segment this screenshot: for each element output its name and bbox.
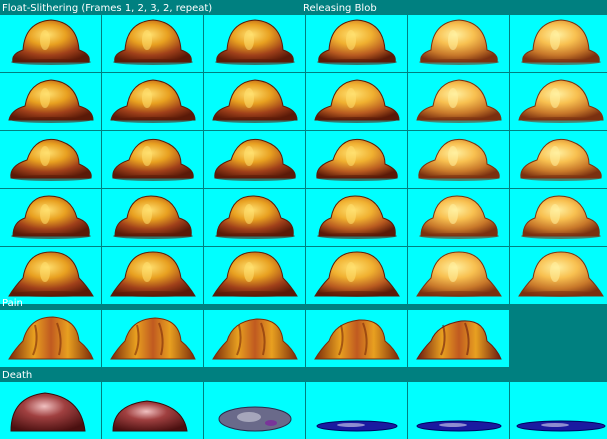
sprite-frame-r1-c3 bbox=[204, 15, 305, 72]
sprite-frame-r4-c6 bbox=[510, 189, 607, 246]
blob-sprite bbox=[10, 195, 91, 239]
sprite-frame-r3-c5 bbox=[408, 131, 509, 188]
pain-frame-4 bbox=[306, 310, 407, 367]
death-sprite bbox=[416, 420, 501, 432]
blob-sprite bbox=[315, 138, 398, 181]
blob-sprite bbox=[112, 19, 193, 65]
sprite-frame-r5-c1 bbox=[0, 247, 101, 304]
blob-sprite bbox=[211, 79, 298, 123]
blob-sprite bbox=[7, 79, 94, 123]
blob-sprite bbox=[417, 138, 500, 181]
pain-sprite bbox=[313, 319, 400, 360]
death-sprite bbox=[9, 392, 86, 432]
blob-sprite bbox=[112, 195, 193, 239]
sprite-frame-r3-c6 bbox=[510, 131, 607, 188]
death-sprite bbox=[111, 400, 188, 432]
pain-frame-3 bbox=[204, 310, 305, 367]
sprite-frame-r1-c6 bbox=[510, 15, 607, 72]
death-sprite bbox=[516, 420, 605, 432]
blob-sprite bbox=[415, 79, 502, 123]
pain-frame-1 bbox=[0, 310, 101, 367]
sprite-frame-r4-c4 bbox=[306, 189, 407, 246]
blob-sprite bbox=[9, 138, 92, 181]
blob-sprite bbox=[519, 138, 602, 181]
death-label: Death bbox=[2, 370, 33, 381]
blob-sprite bbox=[109, 79, 196, 123]
death-sprite bbox=[316, 420, 397, 432]
death-sprite-row bbox=[0, 382, 607, 439]
death-sprite bbox=[218, 406, 291, 432]
sprite-frame-r1-c4 bbox=[306, 15, 407, 72]
blob-sprite bbox=[10, 19, 91, 65]
pain-label: Pain bbox=[2, 298, 23, 309]
sprite-frame-r2-c4 bbox=[306, 73, 407, 130]
sprite-frame-r4-c5 bbox=[408, 189, 509, 246]
float-releasing-sprite-grid bbox=[0, 15, 607, 304]
float-slithering-label: Float-Slithering (Frames 1, 2, 3, 2, rep… bbox=[2, 3, 213, 14]
blob-sprite bbox=[517, 79, 604, 123]
blob-sprite bbox=[109, 251, 196, 297]
death-frame-2 bbox=[102, 382, 203, 439]
death-frame-1 bbox=[0, 382, 101, 439]
blob-sprite bbox=[313, 79, 400, 123]
blob-sprite bbox=[213, 138, 296, 181]
blob-sprite bbox=[418, 195, 499, 239]
sprite-frame-r5-c2 bbox=[102, 247, 203, 304]
blob-sprite bbox=[316, 19, 397, 65]
sprite-frame-r4-c2 bbox=[102, 189, 203, 246]
sprite-frame-r3-c4 bbox=[306, 131, 407, 188]
sprite-frame-r3-c1 bbox=[0, 131, 101, 188]
blob-sprite bbox=[520, 19, 601, 65]
death-frame-6 bbox=[510, 382, 607, 439]
sprite-frame-r2-c1 bbox=[0, 73, 101, 130]
blob-sprite bbox=[418, 19, 499, 65]
sprite-frame-r5-c6 bbox=[510, 247, 607, 304]
blob-sprite bbox=[316, 195, 397, 239]
empty-cell bbox=[510, 310, 607, 367]
pain-sprite bbox=[109, 317, 196, 360]
sprite-frame-r2-c6 bbox=[510, 73, 607, 130]
sprite-frame-r5-c3 bbox=[204, 247, 305, 304]
pain-frame-5 bbox=[408, 310, 509, 367]
blob-sprite bbox=[313, 251, 400, 297]
blob-sprite bbox=[520, 195, 601, 239]
blob-sprite bbox=[415, 251, 502, 297]
death-frame-3 bbox=[204, 382, 305, 439]
pain-sprite bbox=[415, 320, 502, 360]
sprite-frame-r5-c4 bbox=[306, 247, 407, 304]
releasing-blob-label: Releasing Blob bbox=[303, 3, 377, 14]
sprite-frame-r4-c1 bbox=[0, 189, 101, 246]
sprite-frame-r1-c1 bbox=[0, 15, 101, 72]
sprite-frame-r2-c2 bbox=[102, 73, 203, 130]
sprite-frame-r1-c5 bbox=[408, 15, 509, 72]
pain-frame-2 bbox=[102, 310, 203, 367]
blob-sprite bbox=[211, 251, 298, 297]
sprite-frame-r3-c2 bbox=[102, 131, 203, 188]
sprite-frame-r5-c5 bbox=[408, 247, 509, 304]
sprite-frame-r3-c3 bbox=[204, 131, 305, 188]
sprite-frame-r4-c3 bbox=[204, 189, 305, 246]
pain-sprite bbox=[7, 316, 94, 360]
pain-sprite bbox=[211, 318, 298, 360]
sprite-frame-r2-c5 bbox=[408, 73, 509, 130]
sprite-frame-r2-c3 bbox=[204, 73, 305, 130]
death-frame-4 bbox=[306, 382, 407, 439]
death-frame-5 bbox=[408, 382, 509, 439]
blob-sprite bbox=[214, 19, 295, 65]
pain-sprite-row bbox=[0, 310, 607, 367]
blob-sprite bbox=[7, 251, 94, 297]
blob-sprite bbox=[517, 251, 604, 297]
sprite-frame-r1-c2 bbox=[102, 15, 203, 72]
blob-sprite bbox=[111, 138, 194, 181]
blob-sprite bbox=[214, 195, 295, 239]
